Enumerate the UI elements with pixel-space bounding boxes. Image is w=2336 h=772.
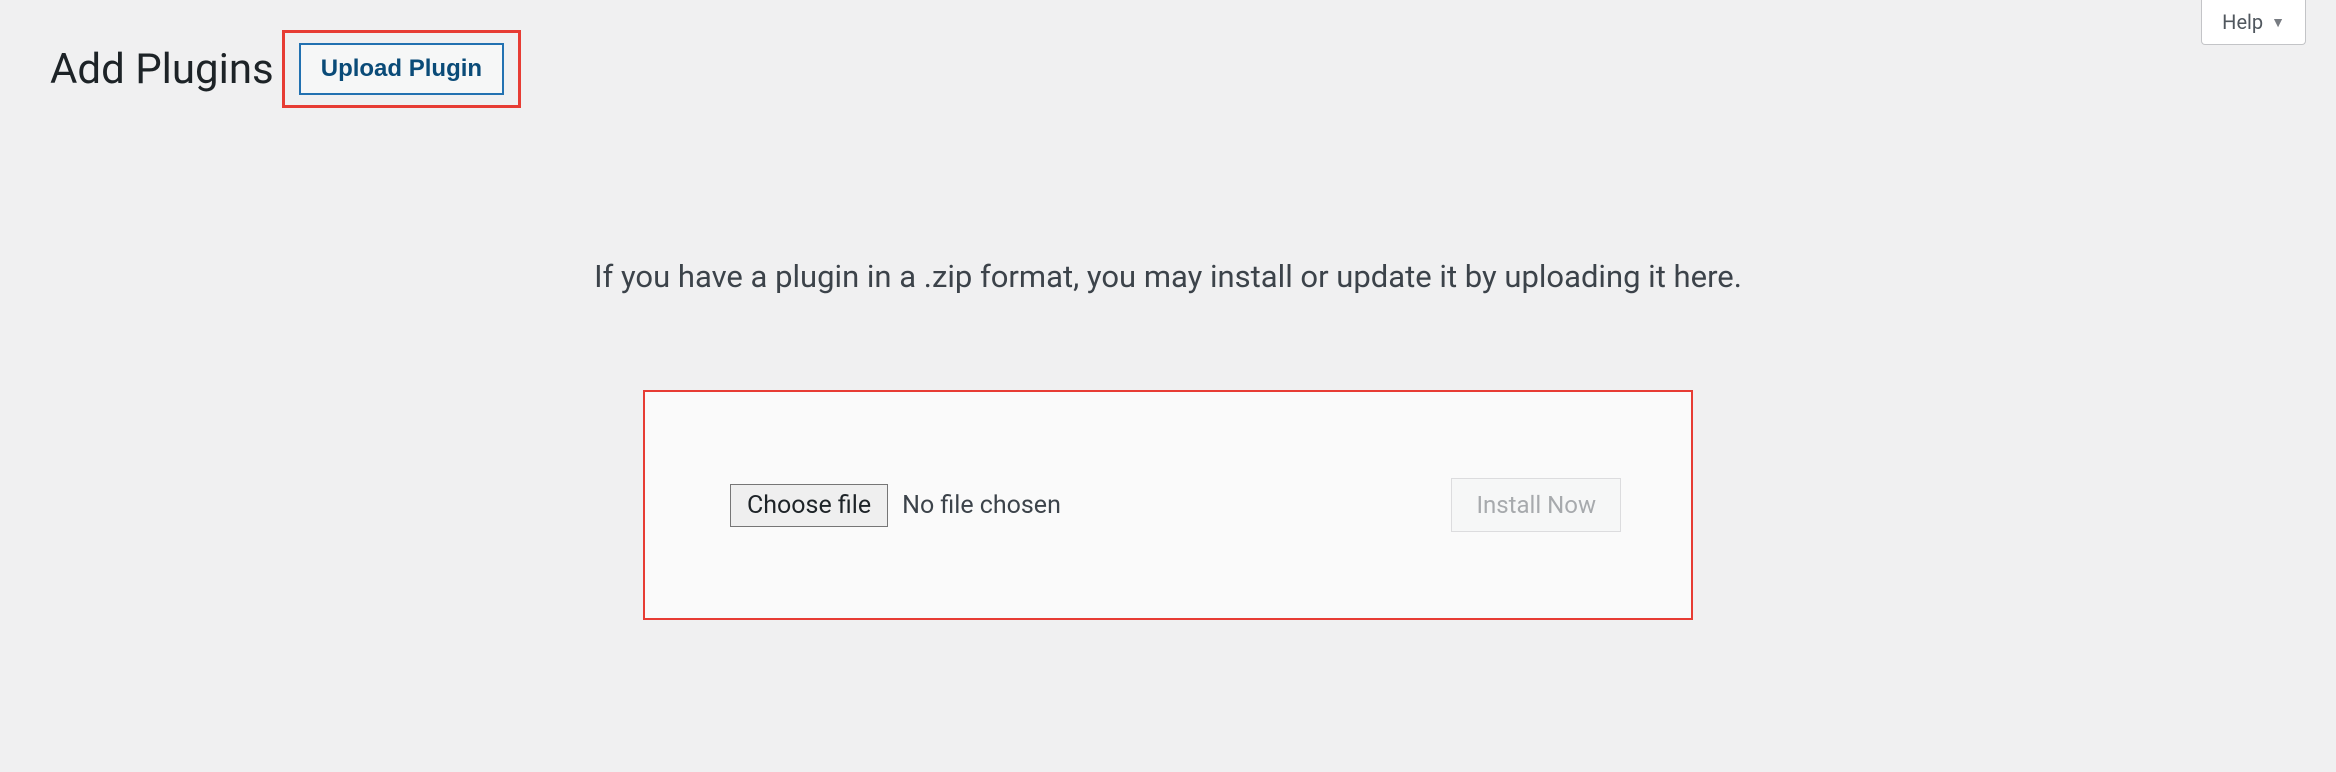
caret-down-icon: ▼	[2271, 14, 2285, 31]
upload-panel: Choose file No file chosen Install Now	[643, 390, 1693, 620]
upload-instruction-text: If you have a plugin in a .zip format, y…	[0, 258, 2336, 295]
help-tab[interactable]: Help ▼	[2201, 0, 2306, 45]
upload-panel-wrapper: Choose file No file chosen Install Now	[0, 390, 2336, 620]
install-now-button[interactable]: Install Now	[1451, 478, 1621, 532]
file-input-area: Choose file No file chosen	[730, 484, 1061, 527]
choose-file-button[interactable]: Choose file	[730, 484, 888, 527]
help-label: Help	[2222, 10, 2263, 34]
upload-plugin-highlight: Upload Plugin	[282, 30, 521, 108]
page-header: Add Plugins Upload Plugin	[0, 0, 2336, 108]
page-title: Add Plugins	[50, 45, 274, 94]
upload-plugin-button[interactable]: Upload Plugin	[299, 43, 504, 95]
file-status-text: No file chosen	[902, 491, 1061, 520]
